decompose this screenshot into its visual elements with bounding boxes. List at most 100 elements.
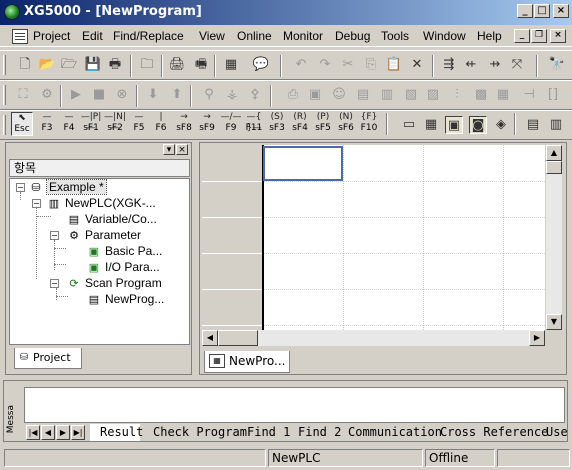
io-skip-icon[interactable]: ▨ xyxy=(424,86,442,104)
tree-item-newprogram[interactable]: ▤ NewProg... xyxy=(86,291,165,307)
horizontal-scrollbar[interactable]: ◀ ▶ xyxy=(202,330,545,346)
tree-item-scan-program[interactable]: ⟳ Scan Program xyxy=(66,275,161,291)
menu-edit[interactable]: Edit xyxy=(82,29,103,43)
help-icon[interactable]: 💬 xyxy=(252,56,270,74)
fkey-sf4[interactable]: (R) sF4 xyxy=(289,112,311,136)
forced-io-icon[interactable]: ▧ xyxy=(402,86,420,104)
tab-prev-button[interactable]: ◀ xyxy=(41,425,55,440)
print-icon[interactable]: 🖶 xyxy=(106,56,124,74)
view-device-icon[interactable]: ▣ xyxy=(445,116,463,134)
redo-icon[interactable]: ↷ xyxy=(316,56,334,74)
contact-toggle-icon[interactable]: ⊣ xyxy=(520,86,538,104)
connect-icon[interactable]: ⛶ xyxy=(14,86,32,104)
menu-find-replace[interactable]: Find/Replace xyxy=(113,29,184,43)
fkey-sf5[interactable]: (P) sF5 xyxy=(312,112,334,136)
tab-newprogram[interactable]: ▦ NewPro... xyxy=(204,351,290,373)
print-setup-icon[interactable]: 🖷 xyxy=(192,56,210,74)
fkey-f11[interactable]: —{ }— F11 xyxy=(243,112,265,136)
fkey-f9[interactable]: —/— F9 xyxy=(220,112,242,136)
fkey-sf9[interactable]: → sF9 xyxy=(196,112,218,136)
delete-line-icon[interactable]: ⇷ xyxy=(462,56,480,74)
find-icon[interactable]: 🔭 xyxy=(548,56,566,74)
plc-clock-icon[interactable]: ▤ xyxy=(354,86,372,104)
menu-window[interactable]: Window xyxy=(423,29,466,43)
monitor-start-icon[interactable]: ⚲ xyxy=(200,86,218,104)
vertical-scrollbar[interactable]: ▲ ▼ xyxy=(546,145,562,330)
scroll-thumb[interactable] xyxy=(218,330,258,346)
fkey-sf1[interactable]: —|P|— sF1 xyxy=(80,112,102,136)
fkey-select-esc[interactable]: ⬉ Esc xyxy=(11,112,33,136)
pause-icon[interactable]: ⊗ xyxy=(113,86,131,104)
tab-result[interactable]: Result xyxy=(90,424,143,441)
fkey-sf8[interactable]: → sF8 xyxy=(173,112,195,136)
menu-online[interactable]: Online xyxy=(237,29,272,43)
toolbar-grip[interactable] xyxy=(3,55,6,75)
open-item-icon[interactable]: 🗀 xyxy=(138,56,156,74)
close-button[interactable]: × xyxy=(553,4,569,18)
scroll-up-button[interactable]: ▲ xyxy=(546,145,562,161)
tree-item-example[interactable]: ⛁ Example * xyxy=(28,179,107,195)
fkey-f10[interactable]: {F} F10 xyxy=(358,112,380,136)
write-icon[interactable]: ⬇ xyxy=(144,86,162,104)
scroll-left-button[interactable]: ◀ xyxy=(202,330,218,346)
trend-icon[interactable]: ▦ xyxy=(494,86,512,104)
monitor-stop-icon[interactable]: ⚴ xyxy=(246,86,264,104)
delete-column-icon[interactable]: ⤧ xyxy=(508,56,526,74)
view-variable-icon[interactable]: ◙ xyxy=(469,116,487,134)
plc-users-icon[interactable]: ☺ xyxy=(330,86,348,104)
fkey-sf3[interactable]: (S) sF3 xyxy=(266,112,288,136)
fkey-f6[interactable]: | F6 xyxy=(150,112,172,136)
tree-item-parameter[interactable]: ⚙ Parameter xyxy=(66,227,141,243)
zoom-fit-icon[interactable]: ▥ xyxy=(547,116,565,134)
undo-icon[interactable]: ↶ xyxy=(292,56,310,74)
expander-toggle[interactable]: − xyxy=(32,199,41,208)
run-icon[interactable]: ▶ xyxy=(67,86,85,104)
scroll-right-button[interactable]: ▶ xyxy=(529,330,545,346)
expander-toggle[interactable]: − xyxy=(50,279,59,288)
toolbar-grip[interactable] xyxy=(3,85,6,105)
menu-help[interactable]: Help xyxy=(477,29,502,43)
tab-check-program[interactable]: Check Program xyxy=(153,424,247,441)
app-globe-icon[interactable] xyxy=(4,4,20,20)
view-comment-icon[interactable]: ◈ xyxy=(492,116,510,134)
scroll-down-button[interactable]: ▼ xyxy=(546,314,562,330)
tab-last-button[interactable]: ▶| xyxy=(71,425,85,440)
stop-icon[interactable]: ■ xyxy=(90,86,108,104)
module-change-icon[interactable]: ▩ xyxy=(472,86,490,104)
fkey-f4[interactable]: — F4 xyxy=(58,112,80,136)
comment-icon[interactable]: ▭ xyxy=(400,116,418,134)
paste-icon[interactable]: 📋 xyxy=(385,56,403,74)
monitor-pause-icon[interactable]: ⚶ xyxy=(223,86,241,104)
tree-item-variables[interactable]: ▤ Variable/Co... xyxy=(66,211,157,227)
new-file-icon[interactable]: 🗋 xyxy=(16,56,34,74)
ladder-grid[interactable] xyxy=(202,145,545,330)
open-project-icon[interactable]: 🗁 xyxy=(60,56,78,74)
insert-column-icon[interactable]: ⇸ xyxy=(486,56,504,74)
copy-icon[interactable]: ⎘ xyxy=(362,56,380,74)
calendar-icon[interactable]: ▦ xyxy=(422,116,440,134)
panel-pin-button[interactable]: ▾ xyxy=(163,144,175,155)
menu-view[interactable]: View xyxy=(199,29,225,43)
cut-icon[interactable]: ✂ xyxy=(339,56,357,74)
mdi-minimize-button[interactable]: _ xyxy=(514,29,530,43)
maximize-button[interactable]: □ xyxy=(534,4,550,18)
fkey-sf6[interactable]: (N) sF6 xyxy=(335,112,357,136)
menu-monitor[interactable]: Monitor xyxy=(283,29,323,43)
fkey-f5[interactable]: — F5 xyxy=(128,112,150,136)
fkey-sf2[interactable]: —|N|— sF2 xyxy=(104,112,126,136)
menu-debug[interactable]: Debug xyxy=(335,29,370,43)
tab-find-2[interactable]: Find 2 xyxy=(298,424,341,441)
edit-cursor[interactable] xyxy=(263,146,343,181)
tab-project[interactable]: ⛁ Project xyxy=(14,348,82,369)
tree-item-basic-parameter[interactable]: ▣ Basic Pa... xyxy=(86,243,163,259)
tab-first-button[interactable]: |◀ xyxy=(26,425,40,440)
document-icon[interactable] xyxy=(12,29,28,44)
tab-communication[interactable]: Communication xyxy=(348,424,442,441)
zoom-in-icon[interactable]: ▤ xyxy=(524,116,542,134)
io-info-icon[interactable]: ▥ xyxy=(378,86,396,104)
toolbar-grip[interactable] xyxy=(3,115,6,135)
open-folder-icon[interactable]: 📂 xyxy=(38,56,56,74)
message-output[interactable] xyxy=(24,387,565,423)
scroll-thumb[interactable] xyxy=(546,161,562,174)
tab-used-device[interactable]: Use xyxy=(546,424,568,441)
